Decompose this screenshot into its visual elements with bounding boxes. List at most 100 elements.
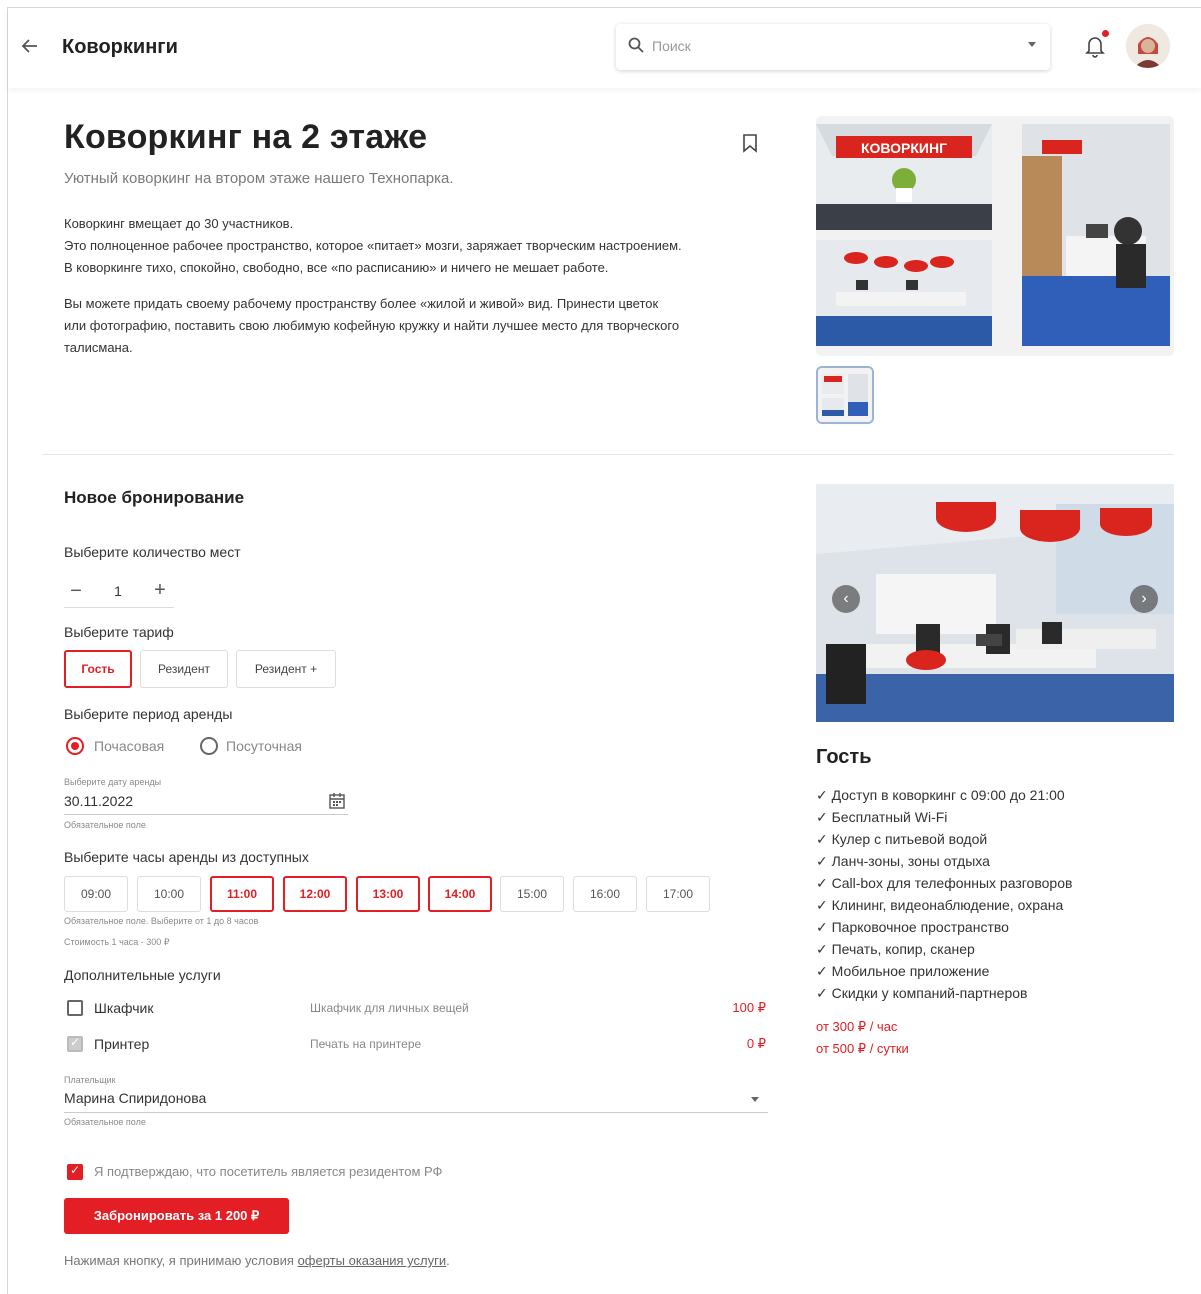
time-slot-selected[interactable]: 13:00 [356,876,420,912]
time-slot[interactable]: 09:00 [64,876,128,912]
top-bar: Коворкинги [8,8,1201,88]
extra-price: 100 ₽ [732,1000,766,1015]
date-field-underline [64,814,348,815]
date-field[interactable]: 30.11.2022 [64,793,133,809]
price-per-hour: от 300 ₽ / час [816,1019,898,1034]
extra-name: Принтер [94,1036,150,1052]
time-slot[interactable]: 17:00 [646,876,710,912]
locker-checkbox[interactable] [67,1000,83,1016]
back-arrow-icon[interactable] [20,36,42,58]
resident-confirm-label: Я подтверждаю, что посетитель является р… [94,1164,443,1179]
description-line: Вы можете придать своему рабочему простр… [64,296,659,311]
app-frame: Коворкинги Коворкинг на 2 этаже Уютный к… [7,7,1201,1294]
notification-bell-icon[interactable] [1084,34,1106,58]
period-daily-label: Посуточная [226,738,302,754]
hours-label: Выберите часы аренды из доступных [64,849,309,865]
period-daily-radio[interactable] [200,737,218,755]
time-slot-selected[interactable]: 12:00 [283,876,347,912]
terms-suffix: . [446,1253,450,1268]
space-title: Коворкинг на 2 этаже [64,118,428,156]
feature-item: ✓ Бесплатный Wi-Fi [816,809,948,825]
feature-item: ✓ Печать, копир, сканер [816,941,975,957]
seats-value: 1 [114,583,122,599]
payer-select[interactable]: Марина Спиридонова [64,1090,206,1106]
seats-label: Выберите количество мест [64,544,241,560]
terms-prefix: Нажимая кнопку, я принимаю условия [64,1253,298,1268]
seats-stepper: − 1 + [64,578,174,608]
description-line: или фотографию, поставить свою любимую к… [64,318,680,333]
time-slot[interactable]: 15:00 [500,876,564,912]
plus-icon[interactable]: + [150,579,170,602]
minus-icon[interactable]: − [66,580,86,603]
description-line: талисмана. [64,340,133,355]
feature-item: ✓ Кулер с питьевой водой [816,831,988,847]
time-slot-selected[interactable]: 11:00 [210,876,274,912]
hours-cost: Стоимость 1 часа - 300 ₽ [64,937,170,947]
payer-hint: Обязательное поле [64,1117,146,1127]
carousel-next-icon[interactable]: › [1130,585,1158,613]
feature-item: ✓ Скидки у компаний-партнеров [816,985,1028,1001]
search-icon [628,37,644,53]
gallery-thumbnail[interactable] [816,366,874,424]
period-hourly-label: Почасовая [94,738,165,754]
gallery-photos: КОВОРКИНГ [816,116,1174,356]
extra-name: Шкафчик [94,1000,154,1016]
price-per-day: от 500 ₽ / сутки [816,1041,909,1056]
feature-item: ✓ Клининг, видеонаблюдение, охрана [816,897,1064,913]
bookmark-icon[interactable] [742,133,758,153]
feature-item: ✓ Ланч-зоны, зоны отдыха [816,853,990,869]
terms-text: Нажимая кнопку, я принимаю условия оферт… [64,1253,450,1268]
period-label: Выберите период аренды [64,706,233,722]
extras-label: Дополнительные услуги [64,967,221,983]
search-box[interactable] [616,24,1050,70]
thumbnail-image [818,368,872,422]
section-divider [42,454,1174,455]
description-paragraph: Коворкинг вмещает до 30 участников. Это … [64,213,784,279]
feature-item: ✓ Парковочное пространство [816,919,1009,935]
tariff-label: Выберите тариф [64,624,174,640]
time-slot-selected[interactable]: 14:00 [428,876,492,912]
feature-item: ✓ Call-box для телефонных разговоров [816,875,1073,891]
feature-item: ✓ Доступ в коворкинг с 09:00 до 21:00 [816,787,1065,803]
offer-link[interactable]: оферты оказания услуги [298,1253,447,1268]
time-slot[interactable]: 10:00 [137,876,201,912]
notification-dot [1102,30,1109,37]
photo-carousel: ‹ › [816,484,1174,722]
header-title: Коворкинги [62,36,178,58]
feature-item: ✓ Мобильное приложение [816,963,990,979]
date-hint: Обязательное поле [64,820,146,830]
tariff-resident-button[interactable]: Резидент [140,650,228,688]
extra-description: Печать на принтере [310,1037,422,1051]
booking-section-title: Новое бронирование [64,488,245,507]
photo-gallery[interactable]: КОВОРКИНГ [816,116,1174,356]
tariff-guest-button[interactable]: Гость [64,650,132,688]
period-hourly-radio[interactable] [66,737,84,755]
description-line: В коворкинге тихо, спокойно, свободно, в… [64,260,609,275]
book-submit-button[interactable]: Забронировать за 1 200 ₽ [64,1198,289,1234]
search-input[interactable] [652,34,1012,58]
description-line: Коворкинг вмещает до 30 участников. [64,216,294,231]
payer-underline [64,1112,768,1113]
extra-price: 0 ₽ [746,1036,766,1051]
chevron-down-icon[interactable] [751,1097,759,1102]
tariff-features-list: ✓ Доступ в коворкинг с 09:00 до 21:00 ✓ … [816,784,1196,1004]
time-slot[interactable]: 16:00 [573,876,637,912]
space-subtitle: Уютный коворкинг на втором этаже нашего … [64,170,454,187]
payer-label: Плательщик [64,1075,116,1085]
carousel-prev-icon[interactable]: ‹ [832,585,860,613]
extra-description: Шкафчик для личных вещей [310,1001,469,1015]
resident-confirm-checkbox[interactable] [67,1163,83,1180]
tariff-resident-plus-button[interactable]: Резидент + [236,650,336,688]
tariff-info-title: Гость [816,746,872,768]
carousel-photo [816,484,1174,722]
user-avatar[interactable] [1126,24,1170,68]
calendar-icon[interactable] [328,792,346,810]
printer-checkbox [67,1035,83,1052]
hours-hint: Обязательное поле. Выберите от 1 до 8 ча… [64,916,259,926]
date-field-label: Выберите дату аренды [64,777,162,787]
space-description: Коворкинг вмещает до 30 участников. Это … [64,213,784,373]
search-dropdown-icon[interactable] [1028,42,1036,47]
description-paragraph: Вы можете придать своему рабочему простр… [64,293,784,359]
gallery-sign-text: КОВОРКИНГ [861,140,947,156]
description-line: Это полноценное рабочее пространство, ко… [64,238,682,253]
